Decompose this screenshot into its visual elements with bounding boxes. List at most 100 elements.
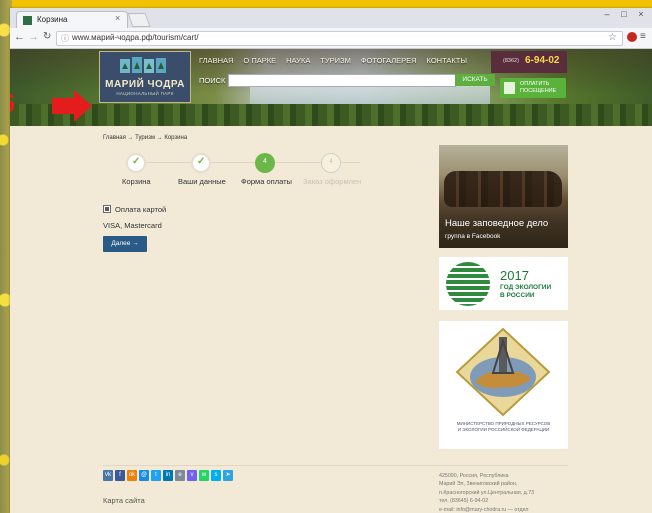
address-line: тел. (83645) 6-94-02	[439, 498, 489, 505]
search-button[interactable]: ИСКАТЬ	[455, 74, 495, 86]
pay-visit-button[interactable]: ОПЛАТИТЬ ПОСЕЩЕНИЕ	[500, 78, 566, 98]
card-payment-label[interactable]: Оплата картой	[115, 205, 166, 214]
checkmark-icon: ✓	[197, 156, 206, 167]
facebook-banner-subtitle: группа в Facebook	[445, 233, 501, 240]
twitter-icon[interactable]: t	[151, 470, 161, 481]
ministry-text: МИНИСТЕРСТВО ПРИРОДНЫХ РЕСУРСОВ И ЭКОЛОГИ…	[445, 421, 562, 433]
address-line: 425090, Россия, Республика	[439, 473, 509, 479]
card-payment-radio[interactable]	[103, 205, 111, 213]
address-bar[interactable]: ⓘ www.марий-чодра.рф/tourism/cart/ ☆	[56, 31, 623, 46]
ticket-icon	[504, 82, 515, 94]
whatsapp-icon[interactable]: w	[199, 470, 209, 481]
nav-item-science[interactable]: НАУКА	[286, 56, 310, 65]
step-label-cart: Корзина	[122, 177, 151, 186]
annotation-arrow-icon	[52, 90, 92, 122]
address-line: п.Красногорский ул.Центральная, д.73	[439, 489, 535, 496]
address-line: e-mail: info@mary-chodra.ru — отдел	[439, 506, 529, 513]
minimize-icon[interactable]: –	[600, 9, 614, 19]
header-trees	[10, 104, 652, 126]
breadcrumb[interactable]: Главная → Туризм → Корзина	[103, 135, 187, 141]
step-number: 4	[263, 158, 267, 165]
bookmark-star-icon[interactable]: ☆	[608, 32, 617, 43]
close-window-icon[interactable]: ×	[634, 9, 648, 19]
step-label-confirmed: Заказ оформлен	[303, 177, 362, 186]
step-payment-current: 4	[255, 153, 275, 173]
phone-number: 6-94-02	[525, 55, 560, 66]
evernote-icon[interactable]: e	[175, 470, 185, 481]
annotation-number: 6	[10, 88, 15, 119]
logo-name: МАРИЙ ЧОДРА	[105, 79, 185, 90]
step-label-details: Ваши данные	[178, 177, 226, 186]
linkedin-icon[interactable]: in	[163, 470, 173, 481]
step-cart-done: ✓	[126, 153, 146, 173]
checkmark-icon: ✓	[132, 156, 141, 167]
phone-code: (8362)	[503, 58, 519, 64]
site-map-link[interactable]: Карта сайта	[103, 496, 145, 505]
browser-menu-icon[interactable]: ≡	[640, 31, 646, 42]
accepted-cards: VISA, Mastercard	[103, 221, 162, 230]
pay-visit-label-line2: ПОСЕЩЕНИЕ	[520, 88, 557, 94]
main-nav: ГЛАВНАЯ О ПАРКЕ НАУКА ТУРИЗМ ФОТОГАЛЕРЕЯ КОНТ…	[199, 56, 477, 65]
facebook-banner-title: Наше заповедное дело	[445, 218, 549, 229]
pay-visit-label: ОПЛАТИТЬ ПОСЕЩЕНИЕ	[520, 81, 556, 95]
main-content: Главная → Туризм → Корзина ✓ ✓ 4 4 Корзи…	[10, 126, 652, 513]
forward-arrow-icon[interactable]: →	[28, 31, 39, 43]
site-header: МАРИЙ ЧОДРА НАЦИОНАЛЬНЫЙ ПАРК ГЛАВНАЯ О П…	[10, 49, 652, 126]
pay-visit-label-line1: ОПЛАТИТЬ	[520, 81, 550, 87]
extension-icon[interactable]	[627, 32, 637, 42]
nav-item-home[interactable]: ГЛАВНАЯ	[199, 56, 233, 65]
step-label-payment: Форма оплаты	[241, 177, 292, 186]
skype-icon[interactable]: s	[211, 470, 221, 481]
ecology-text-line1: ГОД ЭКОЛОГИИ	[500, 284, 552, 291]
odnoklassniki-icon[interactable]: ok	[127, 470, 137, 481]
browser-tab[interactable]: Корзина ×	[16, 11, 128, 29]
ministry-text-line1: МИНИСТЕРСТВО ПРИРОДНЫХ РЕСУРСОВ	[456, 421, 551, 426]
vk-icon[interactable]: vk	[103, 470, 113, 481]
radio-selected-dot	[105, 207, 109, 211]
footer-address: 425090, Россия, Республика Марий Эл, Звен…	[439, 472, 579, 513]
nav-item-contacts[interactable]: КОНТАКТЫ	[427, 56, 467, 65]
telegram-icon[interactable]: ➤	[223, 470, 233, 481]
page-info-icon[interactable]: ⓘ	[61, 33, 69, 44]
ecology-globe-icon	[446, 262, 490, 306]
phone-box: (8362) 6-94-02	[491, 51, 567, 73]
viber-icon[interactable]: v	[187, 470, 197, 481]
ecology-text: ГОД ЭКОЛОГИИ В РОССИИ	[500, 284, 551, 300]
bison-photo	[444, 171, 562, 207]
facebook-group-banner[interactable]: Наше заповедное дело группа в Facebook	[439, 145, 568, 248]
ministry-emblem-icon	[455, 327, 551, 417]
browser-window: Корзина × – □ × ← → ↻ ⓘ www.марий-чодра.рф…	[10, 8, 652, 513]
nav-item-tourism[interactable]: ТУРИЗМ	[320, 56, 351, 65]
logo-mark-icon	[120, 57, 166, 73]
ministry-banner[interactable]: МИНИСТЕРСТВО ПРИРОДНЫХ РЕСУРСОВ И ЭКОЛОГИ…	[439, 321, 568, 449]
step-number: 4	[329, 159, 333, 165]
tab-title: Корзина	[37, 15, 68, 24]
step-details-done: ✓	[191, 153, 211, 173]
footer-divider	[103, 465, 568, 466]
site-logo[interactable]: МАРИЙ ЧОДРА НАЦИОНАЛЬНЫЙ ПАРК	[99, 51, 191, 103]
ministry-text-line2: И ЭКОЛОГИИ РОССИЙСКОЙ ФЕДЕРАЦИИ	[457, 427, 550, 432]
nav-item-about[interactable]: О ПАРКЕ	[243, 56, 276, 65]
tab-close-icon[interactable]: ×	[115, 13, 120, 23]
facebook-icon[interactable]: f	[115, 470, 125, 481]
nav-item-gallery[interactable]: ФОТОГАЛЕРЕЯ	[361, 56, 417, 65]
step-confirmed-pending: 4	[321, 153, 341, 173]
favicon-icon	[23, 16, 32, 25]
new-tab-button[interactable]	[127, 13, 151, 27]
title-bar: Корзина × – □ ×	[10, 8, 652, 29]
window-controls: – □ ×	[597, 9, 648, 19]
browser-toolbar: ← → ↻ ⓘ www.марий-чодра.рф/tourism/cart/…	[10, 28, 652, 49]
url-text[interactable]: www.марий-чодра.рф/tourism/cart/	[72, 33, 199, 42]
ecology-text-line2: В РОССИИ	[500, 292, 535, 299]
address-line: Марий Эл, Звениговский район,	[439, 481, 518, 488]
maximize-icon[interactable]: □	[617, 9, 631, 19]
reload-icon[interactable]: ↻	[43, 31, 51, 42]
search-label: ПОИСК	[199, 76, 226, 85]
back-arrow-icon[interactable]: ←	[14, 31, 25, 43]
search-input[interactable]	[228, 74, 456, 87]
next-button[interactable]: Далее →	[103, 236, 147, 252]
ecology-year: 2017	[500, 268, 529, 283]
moimir-icon[interactable]: @	[139, 470, 149, 481]
logo-subtitle: НАЦИОНАЛЬНЫЙ ПАРК	[116, 91, 174, 96]
ecology-year-banner[interactable]: 2017 ГОД ЭКОЛОГИИ В РОССИИ	[439, 257, 568, 310]
